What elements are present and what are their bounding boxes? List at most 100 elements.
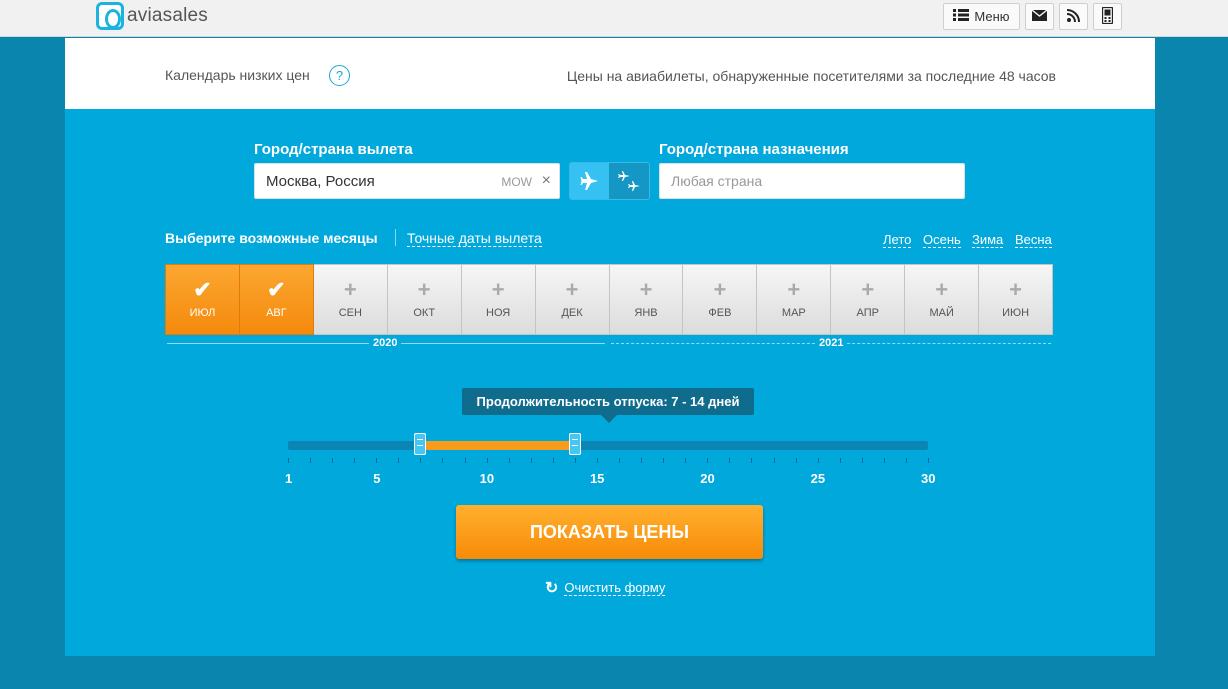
- scale-tick: [332, 458, 334, 463]
- plus-icon: +: [565, 277, 579, 302]
- year-label-2021: 2021: [815, 337, 848, 349]
- mobile-button[interactable]: [1093, 3, 1122, 30]
- mobile-icon: [1101, 6, 1114, 27]
- season-spring-link[interactable]: Весна: [1015, 232, 1052, 248]
- scale-tick: [310, 458, 312, 463]
- scale-tick: [464, 458, 466, 463]
- scale-tick: [596, 458, 598, 463]
- trip-type-toggle[interactable]: [569, 162, 650, 200]
- mail-icon: [1031, 9, 1048, 24]
- origin-value: Москва, Россия: [266, 173, 375, 190]
- scale-number: 25: [810, 471, 826, 486]
- month-button[interactable]: + ОКТ: [387, 264, 462, 335]
- month-button[interactable]: + ИЮН: [979, 264, 1054, 335]
- month-selector: ✔ ИЮЛ ✔ АВГ + СЕН + ОКТ + НОЯ + ДЕК + ЯНВ + ФЕВ + МАР + АПР…: [165, 264, 1054, 335]
- rss-button[interactable]: [1059, 3, 1088, 30]
- scale-tick: [619, 458, 621, 463]
- month-button[interactable]: + ФЕВ: [683, 264, 758, 335]
- duration-slider-track[interactable]: [288, 441, 928, 450]
- exact-dates-link[interactable]: Точные даты вылета: [407, 230, 542, 247]
- year-label-2020: 2020: [369, 337, 402, 349]
- scale-tick: [707, 458, 709, 463]
- clear-form-link[interactable]: ↻ Очистить форму: [545, 578, 666, 598]
- menu-button[interactable]: Меню: [943, 3, 1020, 30]
- month-label: ИЮН: [1002, 307, 1030, 319]
- scale-tick: [641, 458, 643, 463]
- destination-input[interactable]: [660, 164, 964, 198]
- duration-max-handle[interactable]: [568, 433, 581, 455]
- mail-button[interactable]: [1025, 3, 1054, 30]
- month-label: МАЙ: [929, 307, 954, 319]
- origin-code: MOW: [501, 175, 532, 189]
- plus-icon: +: [417, 277, 431, 302]
- refresh-icon: ↻: [545, 580, 559, 597]
- scale-tick: [773, 458, 775, 463]
- scale-number: 15: [589, 471, 605, 486]
- header-note: Цены на авиабилеты, обнаруженные посетит…: [566, 68, 1056, 84]
- plus-icon: +: [861, 277, 875, 302]
- clear-form-label: Очистить форму: [564, 580, 666, 596]
- duration-min-handle[interactable]: [414, 433, 427, 455]
- month-label: АВГ: [266, 307, 287, 319]
- rss-icon: [1066, 8, 1080, 25]
- check-icon: ✔: [267, 277, 286, 302]
- season-winter-link[interactable]: Зима: [972, 232, 1004, 248]
- scale-tick: [905, 458, 907, 463]
- origin-field[interactable]: Москва, Россия MOW ×: [254, 163, 560, 199]
- logo[interactable]: aviasales: [96, 2, 208, 30]
- show-prices-button[interactable]: ПОКАЗАТЬ ЦЕНЫ: [456, 505, 763, 559]
- month-button[interactable]: + МАР: [757, 264, 832, 335]
- month-label: ИЮЛ: [189, 307, 216, 319]
- scale-tick: [398, 458, 400, 463]
- scale-tick: [420, 458, 422, 463]
- month-button[interactable]: + АПР: [831, 264, 906, 335]
- plus-icon: +: [491, 277, 505, 302]
- scale-number: 20: [700, 471, 715, 486]
- scale-tick: [839, 458, 841, 463]
- scale-tick: [729, 458, 731, 463]
- origin-label: Город/страна вылета: [254, 141, 413, 158]
- menu-label: Меню: [974, 9, 1010, 24]
- destination-label: Город/страна назначения: [659, 141, 849, 158]
- month-button[interactable]: + МАЙ: [905, 264, 980, 335]
- months-title: Выберите возможные месяцы: [165, 230, 378, 246]
- scale-tick: [663, 458, 665, 463]
- help-icon[interactable]: ?: [329, 65, 350, 86]
- month-label: ФЕВ: [708, 307, 732, 319]
- month-button[interactable]: ✔ ИЮЛ: [165, 264, 240, 335]
- scale-tick: [928, 458, 929, 463]
- month-button[interactable]: ✔ АВГ: [239, 264, 314, 335]
- scale-tick: [574, 458, 576, 463]
- scale-tick: [883, 458, 885, 463]
- clear-origin-icon[interactable]: ×: [542, 172, 551, 190]
- month-button[interactable]: + СЕН: [313, 264, 388, 335]
- month-label: АПР: [856, 307, 879, 319]
- duration-slider-range: [420, 441, 575, 450]
- plus-icon: +: [713, 277, 727, 302]
- season-summer-link[interactable]: Лето: [883, 232, 912, 248]
- scale-tick: [795, 458, 797, 463]
- menu-list-icon: [953, 9, 970, 24]
- month-button[interactable]: + ЯНВ: [609, 264, 684, 335]
- scale-tick: [552, 458, 554, 463]
- month-button[interactable]: + ДЕК: [535, 264, 610, 335]
- month-button[interactable]: + НОЯ: [461, 264, 536, 335]
- plane-icon[interactable]: [570, 163, 610, 199]
- aviasales-logo-icon: [96, 2, 124, 30]
- season-autumn-link[interactable]: Осень: [923, 232, 961, 248]
- scale-tick: [685, 458, 687, 463]
- page-title: Календарь низких цен: [165, 67, 310, 83]
- scale-number: 1: [285, 471, 293, 486]
- scale-tick: [288, 458, 289, 463]
- scale-tick: [508, 458, 510, 463]
- top-bar: aviasales Меню: [0, 0, 1228, 37]
- destination-field[interactable]: [659, 163, 965, 199]
- month-label: ДЕК: [561, 307, 583, 319]
- plus-icon: +: [343, 277, 357, 302]
- scale-number: 10: [479, 471, 495, 486]
- scale-number: 30: [921, 471, 936, 486]
- logo-text: aviasales: [127, 5, 209, 26]
- scale-number: 5: [373, 471, 381, 486]
- connecting-flights-icon[interactable]: [609, 163, 649, 199]
- month-label: ЯНВ: [634, 307, 658, 319]
